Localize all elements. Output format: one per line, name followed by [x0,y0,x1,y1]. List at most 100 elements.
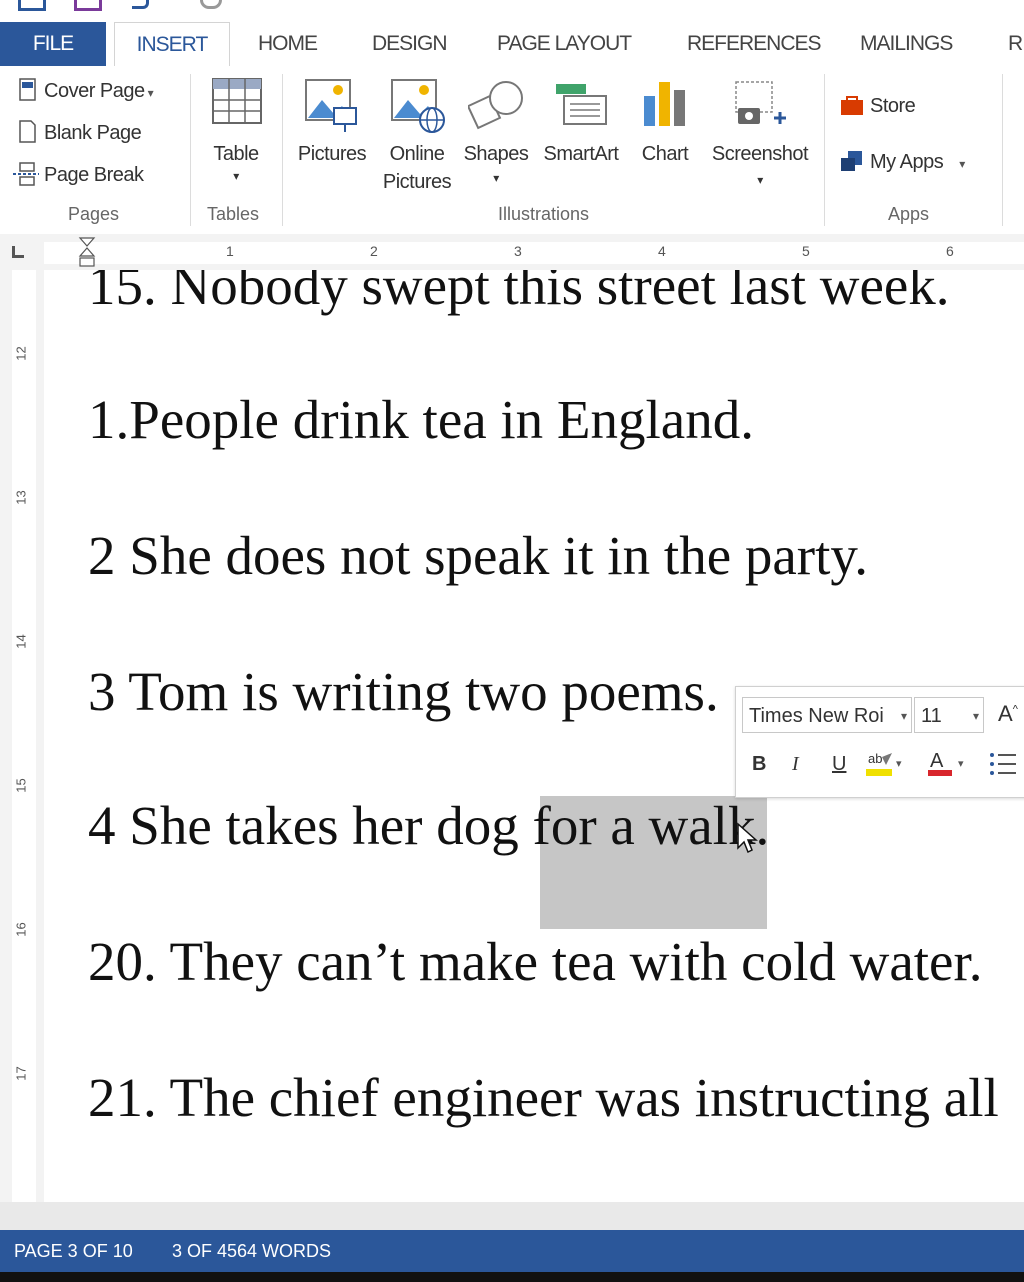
bullets-icon[interactable] [988,749,1018,779]
tab-selector-icon[interactable] [12,246,24,258]
italic-button[interactable]: I [792,753,799,776]
chart-label: Chart [641,143,689,165]
ruler-number: 12 [13,346,29,361]
store-label: Store [870,95,916,117]
online-pictures-label-2: Pictures [382,171,452,193]
svg-text:ab: ab [868,751,882,766]
font-color-icon[interactable]: A ▾ [926,747,970,781]
ruler-number: 5 [802,243,810,259]
word-count[interactable]: 3 OF 4564 WORDS [172,1230,331,1272]
blank-page-button[interactable]: Blank Page [18,120,142,145]
group-label-illustrations: Illustrations [498,204,590,224]
group-divider [824,74,825,226]
bold-button[interactable]: B [752,753,766,776]
document-line[interactable]: 20. They can’t make tea with cold water. [88,930,982,993]
horizontal-ruler[interactable]: 1 2 3 4 5 6 [0,234,1024,271]
indent-marker-icon[interactable] [78,237,96,272]
document-line[interactable]: 15. Nobody swept this street last week. [88,270,950,317]
cover-page-button[interactable]: Cover Page ▾ [18,78,154,103]
tab-mailings[interactable]: MAILINGS [860,22,953,66]
chevron-down-icon[interactable]: ▾ [973,698,979,734]
svg-text:A: A [930,750,944,772]
ruler-number: 13 [13,490,29,505]
group-label-pages: Pages [68,204,120,224]
chevron-down-icon: ▾ [757,173,763,187]
undo-icon[interactable] [132,0,149,9]
chart-icon [642,78,688,128]
tab-references[interactable]: REFERENCES [687,22,822,66]
online-pictures-button[interactable]: Online Pictures [380,78,454,198]
title-bar [0,0,1024,22]
ruler-number: 3 [514,243,522,259]
tab-file[interactable]: FILE [0,22,106,66]
document-line[interactable]: 2 She does not speak it in the party. [88,524,868,587]
font-size-box[interactable]: 11 ▾ [914,697,984,733]
ribbon-insert: Cover Page ▾ Blank Page Page Break Pages … [0,66,1024,235]
page-break-label: Page Break [44,164,144,186]
svg-text:▾: ▾ [958,758,964,770]
mini-toolbar: Times New Roi ▾ 11 ▾ A^ B I U ab ▾ A ▾ [735,686,1024,798]
group-divider [282,74,283,226]
camera-icon [732,78,788,130]
mouse-cursor-icon [736,822,760,856]
tab-home[interactable]: HOME [258,22,318,66]
table-icon [212,78,262,126]
document-line[interactable]: 21. The chief engineer was instructing a… [88,1066,999,1129]
tab-design[interactable]: DESIGN [372,22,448,66]
shapes-label: Shapes [463,143,529,165]
smartart-button[interactable]: SmartArt [536,78,626,168]
table-button[interactable]: Table ▾ [208,78,264,188]
page-count[interactable]: PAGE 3 OF 10 [14,1230,133,1272]
screen-bottom-edge [0,1272,1024,1282]
svg-text:▾: ▾ [896,758,902,770]
grow-font-button[interactable]: A^ [998,701,1018,727]
ruler-number: 16 [13,922,29,937]
my-apps-button[interactable]: My Apps ▾ [840,150,965,174]
redo-icon[interactable] [200,0,222,9]
shapes-icon [468,76,526,132]
cover-page-icon [18,78,38,102]
online-pictures-icon [390,78,446,134]
status-bar: PAGE 3 OF 10 3 OF 4564 WORDS [0,1230,1024,1272]
vertical-ruler[interactable]: 12 13 14 15 16 17 [0,270,44,1202]
font-name-box[interactable]: Times New Roi ▾ [742,697,912,733]
ruler-number: 6 [946,243,954,259]
chevron-down-icon[interactable]: ▾ [901,698,907,734]
page-break-icon [12,162,40,186]
pictures-icon [304,78,360,134]
ruler-number: 1 [226,243,234,259]
pictures-button[interactable]: Pictures [292,78,372,168]
selected-text[interactable]: for a walk [533,795,756,856]
store-button[interactable]: Store [840,94,916,118]
page-break-button[interactable]: Page Break [12,162,144,187]
underline-button[interactable]: U [832,753,846,776]
shapes-button[interactable]: Shapes ▾ [460,76,532,196]
online-pictures-label: Online [389,143,445,165]
tab-insert[interactable]: INSERT [114,22,230,67]
tab-review[interactable]: R [1008,22,1023,66]
chevron-down-icon: ▾ [233,169,239,183]
document-line[interactable]: 1.People drink tea in England. [88,388,754,451]
pictures-label: Pictures [297,143,367,165]
chevron-down-icon: ▾ [493,171,499,185]
ruler-number: 15 [13,778,29,793]
group-divider [190,74,191,226]
my-apps-label: My Apps [870,151,944,173]
save-icon[interactable] [18,0,46,11]
cover-page-label: Cover Page [44,80,145,102]
line-text-before: 4 She takes her dog [88,795,533,856]
ruler-number: 17 [13,1066,29,1081]
tab-page-layout[interactable]: PAGE LAYOUT [497,22,632,66]
word-icon [74,0,102,11]
smartart-label: SmartArt [543,143,619,165]
ruler-number: 4 [658,243,666,259]
font-name-value: Times New Roi [749,705,884,727]
chart-button[interactable]: Chart [632,78,698,168]
blank-page-label: Blank Page [44,122,142,144]
smartart-icon [554,78,610,128]
document-line-selected[interactable]: 4 She takes her dog for a walk. [88,794,769,857]
document-line[interactable]: 3 Tom is writing two poems. [88,660,719,723]
ribbon-tabs: FILE INSERT HOME DESIGN PAGE LAYOUT REFE… [0,22,1024,67]
screenshot-button[interactable]: Screenshot ▾ [704,78,816,198]
highlight-icon[interactable]: ab ▾ [864,747,904,781]
